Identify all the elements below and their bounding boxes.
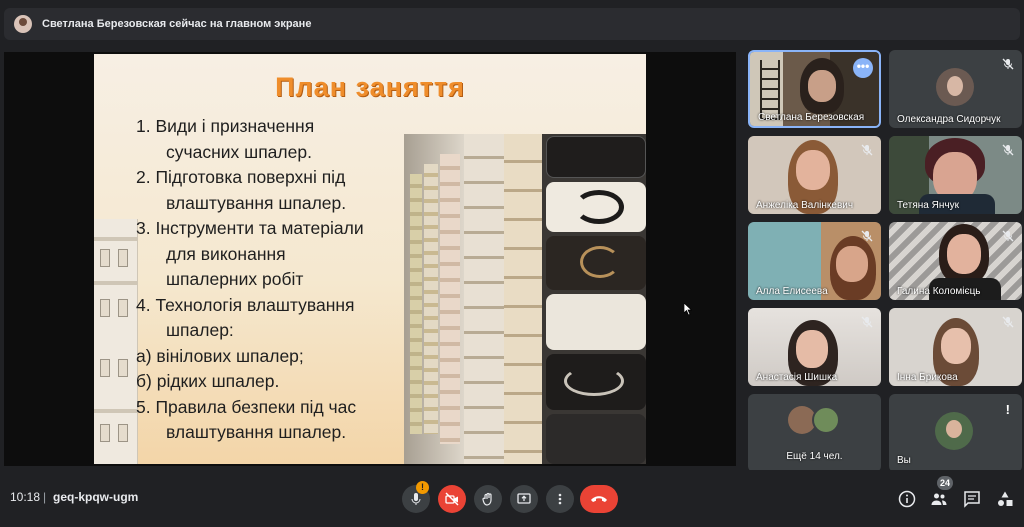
- mic-off-icon: [1002, 230, 1014, 242]
- presentation-stage[interactable]: План заняття 1. Види і призначення сучас…: [4, 52, 736, 466]
- info-icon[interactable]: [898, 490, 916, 508]
- meet-window: Светлана Березовская сейчас на главном э…: [0, 0, 1024, 527]
- participant-name: Анастасія Шишка: [756, 372, 838, 383]
- slide-agenda-list: 1. Види і призначення сучасних шпалер. 2…: [136, 114, 406, 446]
- mic-icon: [411, 493, 421, 505]
- mic-off-icon: [861, 230, 873, 242]
- participant-count-badge: 24: [937, 476, 954, 490]
- people-icon[interactable]: [930, 490, 948, 508]
- mic-off-icon: [1002, 58, 1014, 70]
- meeting-toolbar: 10:18 | geq-kpqw-ugm ! 24: [0, 470, 1024, 527]
- participant-tile[interactable]: Інна Брикова: [889, 308, 1022, 386]
- alert-icon: !: [1005, 402, 1010, 417]
- camera-button[interactable]: [438, 485, 466, 513]
- agenda-line: сучасних шпалер.: [166, 141, 312, 162]
- participant-tile[interactable]: Олександра Сидорчук: [889, 50, 1022, 128]
- presentation-slide: План заняття 1. Види і призначення сучас…: [94, 54, 646, 464]
- participant-name: Тетяна Янчук: [897, 200, 959, 211]
- participant-name: Алла Елисеева: [756, 286, 828, 297]
- participant-tile[interactable]: Алла Елисеева: [748, 222, 881, 300]
- presenter-avatar: [14, 15, 32, 33]
- self-tile[interactable]: ! Вы: [889, 394, 1022, 472]
- agenda-line: 3. Інструменти та матеріали: [136, 218, 364, 238]
- agenda-line: для виконання: [166, 243, 286, 264]
- presenting-banner-text: Светлана Березовская сейчас на главном э…: [42, 18, 312, 30]
- mic-off-icon: [861, 144, 873, 156]
- more-participants-label: Ещё 14 чел.: [786, 451, 843, 462]
- participant-name: Олександра Сидорчук: [897, 114, 1001, 125]
- agenda-line: влаштування шпалер.: [166, 192, 347, 213]
- agenda-line: шпалер:: [166, 320, 234, 340]
- mic-off-icon: [1002, 144, 1014, 156]
- participant-tile[interactable]: Тетяна Янчук: [889, 136, 1022, 214]
- raise-hand-icon: [482, 492, 492, 506]
- present-button[interactable]: [510, 485, 538, 513]
- mic-off-icon: [1002, 316, 1014, 328]
- meeting-time: 10:18: [10, 490, 41, 504]
- participant-name: Светлана Березовская: [758, 112, 865, 123]
- participant-name: Анжеліка Валінкевич: [756, 200, 854, 211]
- more-participants-tile[interactable]: Ещё 14 чел.: [748, 394, 881, 472]
- mouse-cursor-icon: [684, 303, 692, 315]
- mic-button[interactable]: !: [402, 481, 430, 513]
- agenda-line: а) вінілових шпалер;: [136, 345, 304, 366]
- participant-tile[interactable]: Анжеліка Валінкевич: [748, 136, 881, 214]
- raise-hand-button[interactable]: [474, 485, 502, 513]
- agenda-line: 4. Технологія влаштування: [136, 294, 355, 315]
- agenda-line: 1. Види і призначення: [136, 116, 315, 136]
- activities-icon[interactable]: [996, 490, 1014, 508]
- participant-tile[interactable]: Анастасія Шишка: [748, 308, 881, 386]
- chat-icon[interactable]: [963, 490, 981, 508]
- end-call-button[interactable]: [580, 485, 618, 513]
- presenting-banner: Светлана Березовская сейчас на главном э…: [4, 8, 1020, 40]
- end-call-icon: [591, 496, 607, 502]
- participant-avatar: [936, 68, 974, 106]
- more-options-button[interactable]: [546, 485, 574, 513]
- participant-tile[interactable]: Галина Коломієць: [889, 222, 1022, 300]
- more-options-icon[interactable]: •••: [853, 58, 873, 78]
- agenda-line: шпалерних робіт: [166, 269, 304, 289]
- camera-off-icon: [445, 492, 459, 506]
- wallpaper-rolls-photo: [404, 134, 646, 464]
- meeting-code: geq-kpqw-ugm: [53, 490, 139, 504]
- agenda-line: б) рідких шпалер.: [136, 371, 280, 391]
- building-illustration: [94, 219, 138, 464]
- agenda-line: 2. Підготовка поверхні під: [136, 167, 346, 187]
- self-avatar: [935, 412, 973, 450]
- present-icon: [517, 493, 531, 504]
- participant-name: Інна Брикова: [897, 372, 958, 383]
- slide-title: План заняття: [275, 72, 465, 102]
- agenda-line: 5. Правила безпеки під час: [136, 396, 357, 417]
- mic-off-icon: [861, 316, 873, 328]
- participant-name: Галина Коломієць: [897, 286, 981, 297]
- participant-avatar: [812, 406, 840, 434]
- participant-name: Вы: [897, 455, 911, 466]
- toolbar-separator: |: [43, 490, 47, 504]
- mic-warning-badge: !: [416, 481, 429, 494]
- participant-tile[interactable]: ••• Светлана Березовская: [748, 50, 881, 128]
- agenda-line: влаштування шпалер.: [166, 422, 347, 442]
- more-options-icon: [558, 493, 562, 505]
